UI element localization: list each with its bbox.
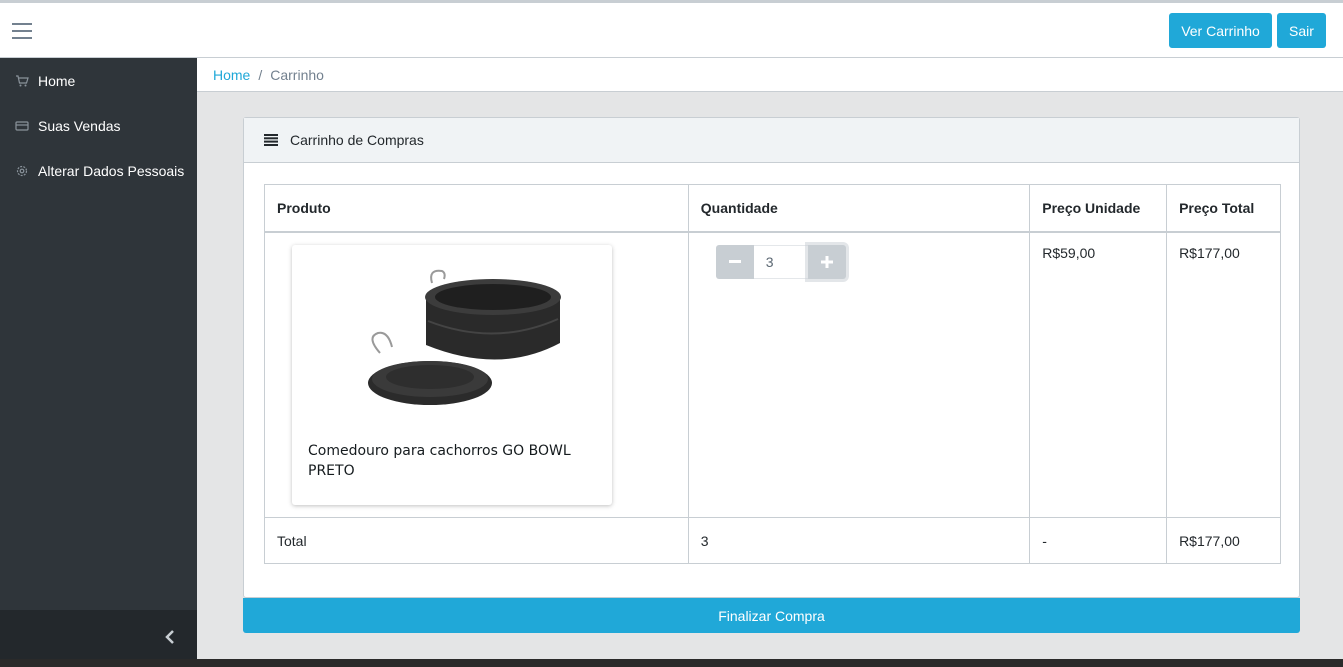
- card-title: Carrinho de Compras: [290, 132, 424, 148]
- total-unit-price: -: [1029, 517, 1168, 564]
- breadcrumb-separator: /: [258, 66, 263, 83]
- sidebar-item-label: Suas Vendas: [38, 117, 121, 134]
- product-image: [368, 269, 561, 405]
- os-taskbar: [0, 659, 1343, 667]
- breadcrumb: Home / Carrinho: [197, 58, 1343, 92]
- chevron-left-icon[interactable]: [163, 628, 177, 646]
- product-card[interactable]: Comedouro para cachorros GO BOWL PRETO: [292, 244, 612, 505]
- breadcrumb-home-link[interactable]: Home: [213, 67, 250, 83]
- sidebar-item-personal-data[interactable]: Alterar Dados Pessoais: [0, 148, 197, 193]
- menu-toggle-icon[interactable]: [12, 23, 32, 39]
- column-header-unit-price: Preço Unidade: [1029, 184, 1168, 233]
- basket-icon: [16, 74, 29, 86]
- sidebar-item-label: Home: [38, 72, 76, 89]
- product-cell: Comedouro para cachorros GO BOWL PRETO: [264, 231, 689, 518]
- gear-icon: [16, 165, 28, 176]
- minus-icon: [728, 259, 741, 263]
- total-quantity: 3: [687, 517, 1031, 564]
- column-header-quantity: Quantidade: [687, 184, 1031, 233]
- sidebar-item-label: Alterar Dados Pessoais: [38, 162, 185, 179]
- sidebar-item-sales[interactable]: Suas Vendas: [0, 103, 197, 148]
- total-price-cell: R$177,00: [1166, 231, 1281, 518]
- quantity-input[interactable]: 3: [753, 244, 808, 279]
- table-row: Comedouro para cachorros GO BOWL PRETO 3: [264, 231, 1281, 518]
- column-header-total-price: Preço Total: [1166, 184, 1281, 233]
- total-price: R$177,00: [1166, 517, 1281, 564]
- unit-price-cell: R$59,00: [1029, 231, 1168, 518]
- view-cart-button[interactable]: Ver Carrinho: [1169, 13, 1272, 48]
- product-name: Comedouro para cachorros GO BOWL PRETO: [308, 442, 571, 479]
- top-navbar: Ver Carrinho Sair: [0, 0, 1343, 58]
- list-icon: [264, 134, 278, 146]
- column-header-product: Produto: [264, 184, 689, 233]
- increase-quantity-button[interactable]: [807, 244, 846, 279]
- total-label: Total: [264, 517, 689, 564]
- card-header: Carrinho de Compras: [244, 118, 1299, 163]
- decrease-quantity-button[interactable]: [715, 244, 754, 279]
- breadcrumb-current: Carrinho: [270, 66, 324, 83]
- cart-card: Carrinho de Compras Produto Quantidade P…: [243, 117, 1300, 598]
- total-row: Total 3 - R$177,00: [264, 517, 1281, 564]
- logout-button[interactable]: Sair: [1277, 13, 1326, 48]
- finalize-purchase-button[interactable]: Finalizar Compra: [243, 598, 1300, 633]
- sidebar-item-home[interactable]: Home: [0, 58, 197, 103]
- cart-table: Produto Quantidade Preço Unidade Preço T…: [264, 184, 1281, 564]
- credit-card-icon: [15, 120, 29, 131]
- plus-icon: [820, 255, 833, 268]
- quantity-cell: 3: [687, 231, 1031, 518]
- sidebar: Home Suas Vendas Alterar Dados Pessoais: [0, 58, 197, 667]
- quantity-stepper: 3: [715, 244, 1017, 279]
